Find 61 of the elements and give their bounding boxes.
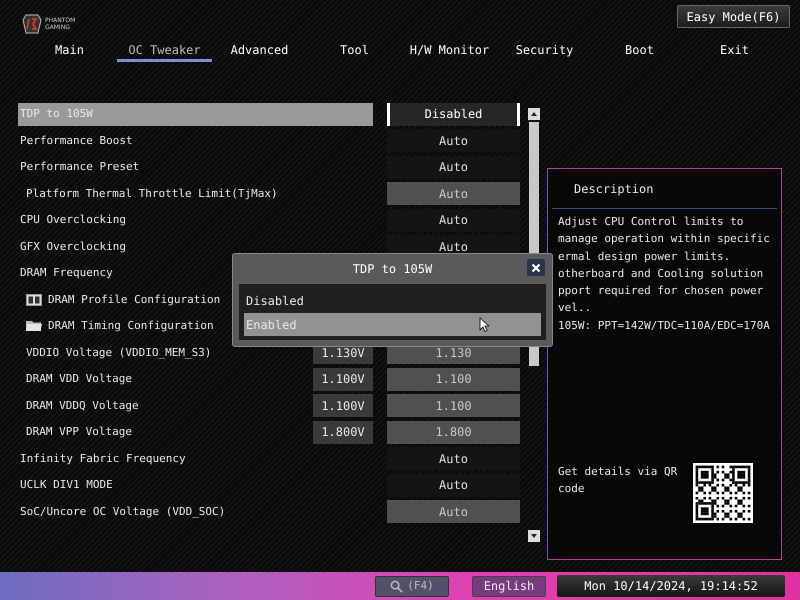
tab[interactable]: Exit bbox=[687, 40, 782, 62]
tab[interactable]: Tool bbox=[307, 40, 402, 62]
description-text: pport required for chosen power bbox=[558, 283, 764, 300]
memory-card-icon bbox=[26, 294, 42, 306]
setting-label: Performance Boost bbox=[20, 132, 133, 148]
value-selector[interactable]: Auto bbox=[387, 208, 520, 232]
setting-label: Infinity Fabric Frequency bbox=[20, 450, 186, 466]
description-text: vel.. bbox=[558, 300, 592, 316]
setting-label: DRAM Timing Configuration bbox=[48, 318, 214, 334]
setting-label: DRAM VPP Voltage bbox=[26, 424, 132, 440]
setting-label: DRAM VDD Voltage bbox=[26, 371, 132, 387]
mouse-pointer-icon bbox=[479, 317, 489, 332]
dialog-title: TDP to 105W bbox=[352, 261, 432, 278]
setting-label: DRAM Profile Configuration bbox=[48, 292, 220, 308]
dialog-option[interactable]: Disabled bbox=[244, 289, 541, 312]
setting-row[interactable]: UCLK DIV1 MODE bbox=[18, 474, 373, 497]
value-selector[interactable]: Disabled bbox=[387, 102, 520, 126]
value-selector[interactable]: Auto bbox=[387, 447, 520, 470]
setting-label: Performance Preset bbox=[20, 159, 140, 175]
tab[interactable]: Advanced bbox=[212, 40, 307, 62]
tab[interactable]: H/W Monitor bbox=[402, 40, 497, 62]
description-text: 105W: PPT=142W/TDC=110A/EDC=170A bbox=[558, 318, 771, 334]
date-time: Mon 10/14/2024, 19:14:52 bbox=[557, 575, 785, 597]
search-icon bbox=[390, 580, 404, 592]
tab[interactable]: Main bbox=[22, 40, 117, 62]
description-text: manage operation within specific bbox=[558, 231, 771, 248]
setting-label: UCLK DIV1 MODE bbox=[20, 477, 113, 493]
qr-code-icon bbox=[693, 463, 753, 523]
search-button[interactable]: (F4) bbox=[375, 576, 449, 596]
tab[interactable]: OC Tweaker bbox=[117, 40, 212, 62]
setting-label: Platform Thermal Throttle Limit(TjMax) bbox=[26, 186, 278, 202]
logo-icon bbox=[22, 14, 42, 34]
setting-label: VDDIO Voltage (VDDIO_MEM_S3) bbox=[26, 344, 212, 361]
value-selector[interactable]: Auto bbox=[387, 129, 520, 152]
value-selector[interactable]: Auto bbox=[387, 474, 520, 497]
description-text: otherboard and Cooling solution bbox=[558, 266, 764, 282]
setting-row[interactable]: Performance Preset bbox=[18, 156, 373, 179]
current-value: 1.800V bbox=[313, 420, 373, 444]
setting-row[interactable]: Performance Boost bbox=[18, 129, 373, 152]
easy-mode-button[interactable]: Easy Mode(F6) bbox=[677, 5, 790, 28]
setting-label: CPU Overclocking bbox=[20, 212, 126, 228]
tab[interactable]: Security bbox=[497, 40, 592, 62]
close-icon bbox=[531, 262, 541, 272]
description-text: Adjust CPU Control limits to bbox=[558, 214, 744, 230]
setting-label: TDP to 105W bbox=[20, 106, 93, 122]
tab[interactable]: Boot bbox=[592, 40, 687, 62]
setting-row[interactable]: CPU Overclocking bbox=[18, 208, 373, 232]
setting-row[interactable]: GFX Overclocking bbox=[18, 235, 373, 258]
close-button[interactable] bbox=[526, 258, 546, 277]
qr-hint: Get details via QR code bbox=[558, 464, 678, 497]
value-selector[interactable]: Auto bbox=[387, 156, 520, 179]
current-value: 1.100V bbox=[313, 394, 373, 418]
description-title: Description bbox=[574, 180, 654, 198]
setting-label: SoC/Uncore OC Voltage (VDD_SOC) bbox=[20, 504, 226, 520]
current-value: 1.100V bbox=[313, 368, 373, 391]
setting-row[interactable]: Infinity Fabric Frequency bbox=[18, 447, 373, 470]
setting-label: GFX Overclocking bbox=[20, 238, 126, 254]
description-text: ermal design power limits. bbox=[558, 248, 732, 265]
folder-icon bbox=[26, 320, 42, 332]
language-button[interactable]: English bbox=[472, 576, 546, 596]
setting-label: DRAM VDDQ Voltage bbox=[26, 398, 139, 414]
